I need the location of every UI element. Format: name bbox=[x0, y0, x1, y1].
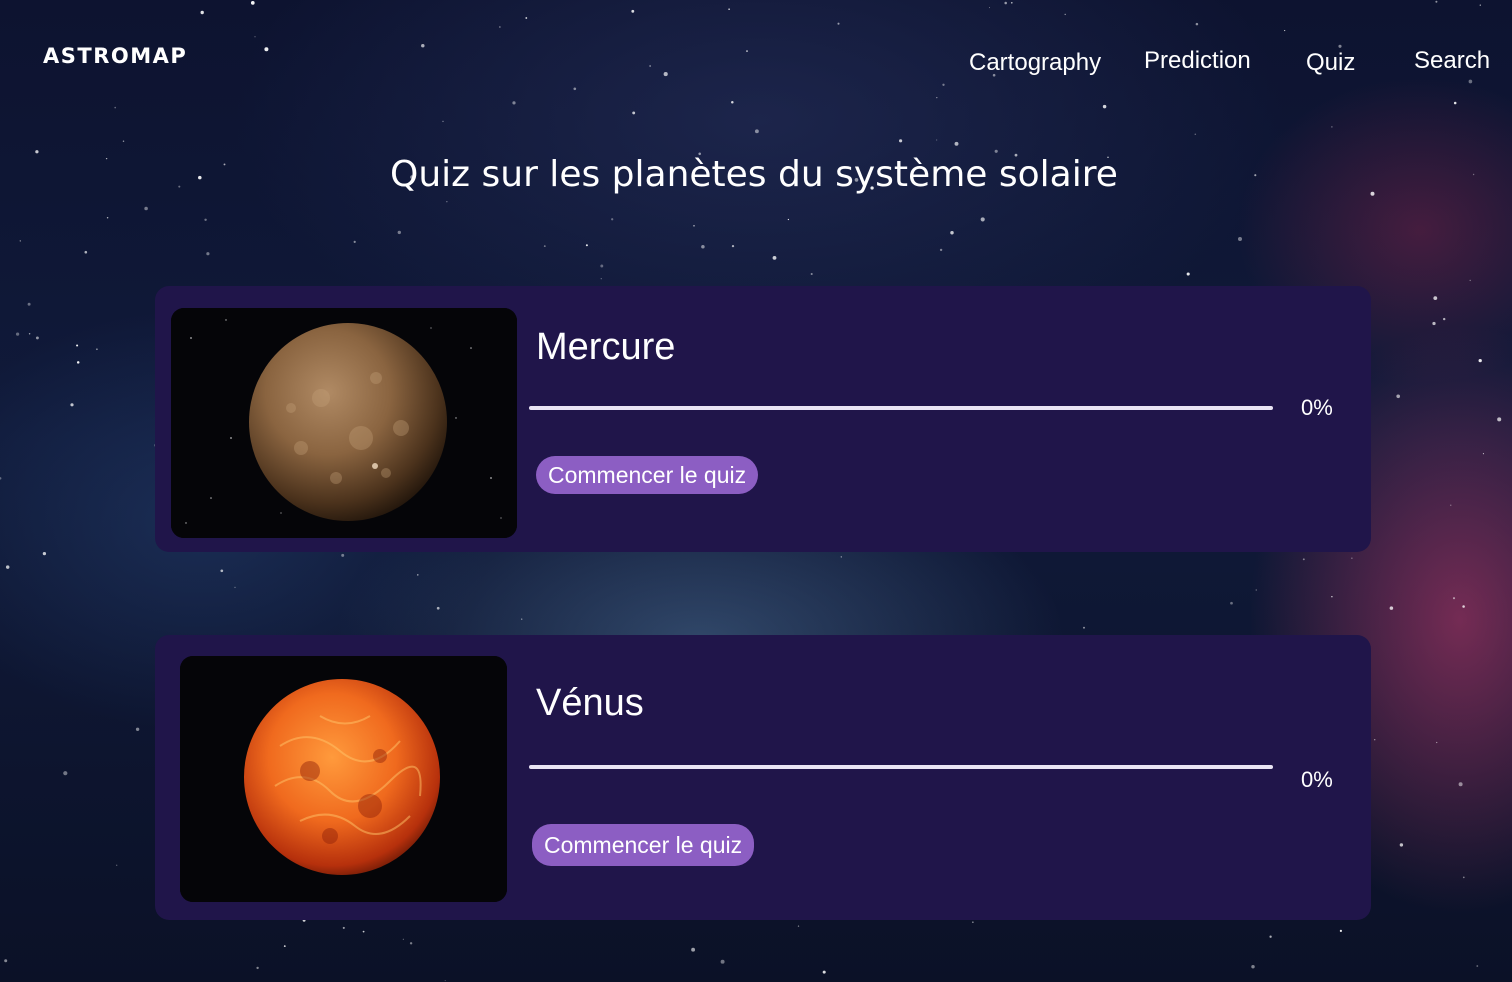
nav-search[interactable]: Search bbox=[1414, 47, 1490, 75]
progress-bar bbox=[529, 406, 1273, 410]
nav-prediction[interactable]: Prediction bbox=[1144, 47, 1251, 75]
start-quiz-button-venus[interactable]: Commencer le quiz bbox=[532, 824, 755, 866]
planet-name-venus: Vénus bbox=[536, 682, 644, 724]
brand-logo[interactable]: ASTROMAP bbox=[43, 44, 187, 68]
nav-quiz[interactable]: Quiz bbox=[1306, 49, 1355, 77]
mercury-planet-image bbox=[171, 308, 517, 538]
nav-cartography[interactable]: Cartography bbox=[969, 49, 1101, 77]
progress-percentage: 0% bbox=[1301, 767, 1333, 792]
planet-name-mercury: Mercure bbox=[536, 326, 676, 368]
start-quiz-button-mercury[interactable]: Commencer le quiz bbox=[536, 456, 759, 494]
page-title: Quiz sur les planètes du système solaire bbox=[390, 154, 1118, 195]
venus-planet-image bbox=[180, 656, 507, 902]
quiz-card-mercury: Mercure 0% Commencer le quiz bbox=[155, 286, 1371, 552]
progress-percentage: 0% bbox=[1301, 395, 1333, 420]
progress-bar bbox=[529, 765, 1273, 769]
quiz-card-venus: Vénus 0% Commencer le quiz bbox=[155, 635, 1371, 920]
